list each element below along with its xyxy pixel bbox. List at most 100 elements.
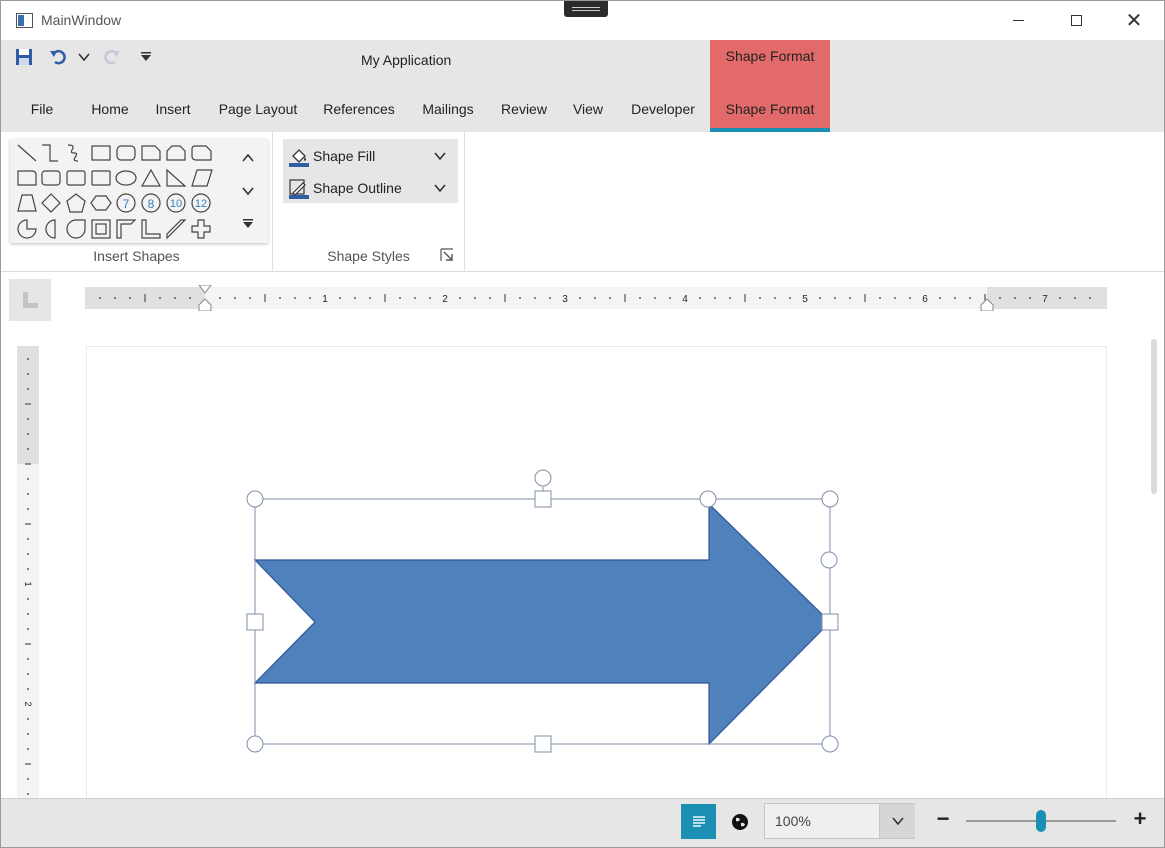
dialog-launcher-icon[interactable]	[440, 248, 454, 262]
pentagon-icon[interactable]	[66, 193, 86, 213]
insert-shapes-group: 7 8 10 12 Insert Shapes	[1, 132, 273, 272]
ruler-minor-tick	[729, 297, 731, 299]
rotation-handle[interactable]	[534, 469, 552, 487]
rounded-rectangle-icon[interactable]	[116, 145, 136, 161]
curved-connector-icon[interactable]	[67, 144, 79, 162]
paint-bucket-icon	[289, 149, 309, 167]
zoom-slider-thumb[interactable]	[1036, 810, 1046, 832]
tab-insert[interactable]: Insert	[153, 98, 193, 132]
dodecagon-icon[interactable]: 12	[191, 193, 211, 213]
resize-handle-bottom-right[interactable]	[821, 735, 839, 753]
snip-corner-rectangle-icon[interactable]	[141, 145, 161, 161]
rectangle-icon[interactable]	[91, 145, 111, 161]
customize-dropdown-icon	[141, 52, 151, 61]
diamond-icon[interactable]	[41, 193, 61, 213]
horizontal-ruler[interactable]: 1 2 3 4 5 6 7	[85, 285, 1107, 311]
main-window: MainWindow ✕ My Application Shape Format…	[0, 0, 1165, 848]
teardrop-icon[interactable]	[66, 219, 86, 239]
vertical-ruler-minor-tick	[27, 508, 29, 510]
shape-fill-button[interactable]: Shape Fill	[283, 141, 458, 171]
resize-handle-top[interactable]	[534, 490, 552, 508]
round-diagonal-rectangle-icon[interactable]	[41, 170, 61, 186]
chord-icon[interactable]	[45, 219, 56, 239]
tab-developer[interactable]: Developer	[628, 98, 698, 132]
tab-view[interactable]: View	[571, 98, 605, 132]
resize-handle-bottom[interactable]	[534, 735, 552, 753]
right-triangle-icon[interactable]	[166, 168, 187, 187]
minimize-icon	[1012, 20, 1024, 21]
gallery-expand-button[interactable]	[236, 213, 260, 235]
gallery-scroll-up-button[interactable]	[236, 147, 260, 169]
adjust-handle-right[interactable]	[820, 551, 838, 569]
plus-shape-icon[interactable]	[191, 219, 211, 239]
minimize-button[interactable]	[995, 1, 1041, 40]
vertical-ruler-minor-tick	[27, 418, 29, 420]
tab-mailings[interactable]: Mailings	[419, 98, 477, 132]
gallery-scroll-down-button[interactable]	[236, 180, 260, 202]
tab-stop-selector[interactable]	[9, 279, 51, 321]
ruler-minor-tick	[1014, 297, 1016, 299]
zoom-combobox[interactable]: 100%	[764, 803, 915, 839]
customize-qat-button[interactable]	[137, 48, 155, 66]
tab-references[interactable]: References	[322, 98, 396, 132]
tab-shape-format[interactable]: Shape Format	[710, 98, 830, 132]
maximize-button[interactable]	[1053, 1, 1099, 40]
resize-handle-bottom-left[interactable]	[246, 735, 264, 753]
resize-handle-right[interactable]	[821, 613, 839, 631]
save-icon	[16, 49, 32, 65]
undo-dropdown-button[interactable]	[75, 48, 93, 66]
tab-review[interactable]: Review	[500, 98, 548, 132]
redo-button[interactable]	[101, 48, 123, 66]
snip-two-corner-rectangle-icon[interactable]	[166, 145, 186, 161]
line-shape-icon[interactable]	[17, 144, 37, 162]
half-frame-icon[interactable]	[116, 219, 137, 239]
zoom-in-button[interactable]: +	[1128, 806, 1152, 831]
resize-handle-top-right[interactable]	[821, 490, 839, 508]
frame-rectangle-icon[interactable]	[91, 170, 111, 186]
round-one-corner-rectangle-icon[interactable]	[17, 170, 37, 186]
ellipse-icon[interactable]	[115, 170, 137, 186]
zoom-out-button[interactable]: −	[931, 806, 955, 831]
snip-round-rectangle-icon[interactable]	[191, 145, 212, 161]
chevron-down-icon	[434, 152, 446, 161]
ruler-minor-tick	[534, 297, 536, 299]
parallelogram-icon[interactable]	[191, 169, 213, 187]
l-shape-icon[interactable]	[141, 219, 161, 239]
vertical-scrollbar-thumb[interactable]	[1151, 339, 1157, 494]
triangle-icon[interactable]	[140, 168, 162, 187]
zoom-dropdown-button[interactable]	[879, 804, 915, 838]
frame-icon[interactable]	[91, 219, 111, 239]
adjust-handle-top[interactable]	[699, 490, 717, 508]
trapezoid-icon[interactable]	[17, 194, 37, 212]
shape-outline-button[interactable]: Shape Outline	[283, 173, 458, 203]
diagonal-stripe-icon[interactable]	[166, 219, 187, 240]
resize-handle-top-left[interactable]	[246, 490, 264, 508]
round-same-side-rectangle-icon[interactable]	[66, 170, 86, 186]
decagon-icon[interactable]: 10	[166, 193, 186, 213]
tab-file[interactable]: File	[29, 98, 55, 132]
titlebar-grip-handle[interactable]	[564, 1, 608, 17]
close-button[interactable]: ✕	[1111, 1, 1157, 40]
contextual-tab-header-label: Shape Format	[725, 48, 815, 64]
ruler-minor-tick	[834, 297, 836, 299]
heptagon-icon[interactable]: 7	[116, 193, 136, 213]
selected-shape[interactable]	[241, 466, 846, 758]
print-layout-icon	[692, 815, 705, 827]
right-arrow-shape[interactable]	[253, 502, 831, 746]
print-layout-button[interactable]	[681, 804, 716, 839]
tab-page-layout[interactable]: Page Layout	[216, 98, 300, 132]
pencil-outline-icon	[289, 179, 309, 199]
ruler-minor-tick	[849, 297, 851, 299]
elbow-connector-icon[interactable]	[42, 144, 58, 162]
octagon-icon[interactable]: 8	[141, 193, 161, 213]
vertical-ruler[interactable]: 12	[17, 346, 39, 798]
ruler-number: 3	[562, 294, 568, 305]
tab-home[interactable]: Home	[89, 98, 131, 132]
resize-handle-left[interactable]	[246, 613, 264, 631]
hexagon-icon[interactable]	[90, 195, 112, 211]
save-button[interactable]	[14, 48, 34, 66]
web-layout-button[interactable]	[725, 804, 755, 839]
undo-button[interactable]	[47, 48, 69, 66]
undo-icon	[50, 49, 66, 65]
pie-icon[interactable]	[17, 219, 37, 239]
